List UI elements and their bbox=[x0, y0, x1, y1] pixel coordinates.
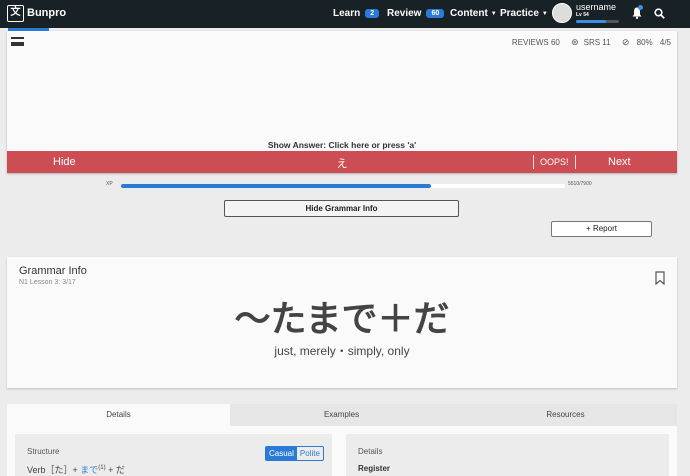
avatar[interactable] bbox=[552, 3, 572, 23]
answer-text: え bbox=[336, 158, 348, 170]
level-progress-bar bbox=[576, 20, 619, 23]
srs-icon: ⊛ bbox=[571, 37, 579, 47]
username[interactable]: username bbox=[576, 2, 616, 12]
nav-content-label: Content bbox=[450, 8, 488, 19]
learn-count-badge: 2 bbox=[365, 9, 380, 18]
oops-button[interactable]: OOPS! bbox=[540, 157, 569, 167]
formula-tail: + だ bbox=[105, 465, 125, 475]
nav-practice-label: Practice bbox=[500, 8, 539, 19]
show-answer-prompt[interactable]: Show Answer: Click here or press 'a' bbox=[7, 140, 677, 150]
review-count-badge: 60 bbox=[426, 9, 445, 18]
brand-name[interactable]: Bunpro bbox=[27, 7, 66, 19]
grammar-tabs: Details Examples Resources bbox=[7, 404, 677, 426]
user-level: Lv 54 bbox=[576, 12, 589, 18]
xp-progress-fill bbox=[121, 184, 431, 188]
grammar-info-heading: Grammar Info bbox=[19, 265, 87, 277]
report-button[interactable]: + Report bbox=[551, 221, 652, 237]
review-card: REVIEWS 60 ⊛ SRS 11 ⊘ 80% 4/5 Show Answer… bbox=[7, 31, 677, 173]
review-stats: REVIEWS 60 ⊛ SRS 11 ⊘ 80% 4/5 bbox=[507, 37, 671, 48]
reviews-remaining: REVIEWS 60 bbox=[511, 38, 560, 47]
bookmark-icon[interactable] bbox=[655, 271, 665, 285]
formula-verb: Verb［た］+ bbox=[27, 465, 81, 475]
tab-examples[interactable]: Examples bbox=[230, 404, 453, 426]
details-label: Details bbox=[358, 447, 383, 456]
top-navbar: 文 Bunpro Learn 2 Review 60 Content ▼ Practi… bbox=[0, 0, 690, 28]
xp-count: 5510/7900 bbox=[568, 181, 592, 187]
answer-bar: Hide え OOPS! Next bbox=[7, 151, 677, 173]
tab-resources[interactable]: Resources bbox=[454, 404, 677, 426]
chevron-down-icon: ▼ bbox=[490, 11, 497, 17]
nav-learn-label: Learn bbox=[333, 8, 361, 19]
details-panel: Details Register bbox=[346, 434, 669, 476]
divider bbox=[575, 155, 576, 169]
next-button[interactable]: Next bbox=[608, 156, 631, 168]
xp-progress-bar bbox=[121, 184, 565, 188]
nav-learn[interactable]: Learn 2 bbox=[333, 8, 380, 19]
nav-content[interactable]: Content ▼ bbox=[450, 8, 497, 19]
made-link[interactable]: まで bbox=[80, 465, 98, 475]
menu-icon[interactable] bbox=[11, 37, 24, 46]
grammar-info-card: Grammar Info N1 Lesson 3: 3/17 〜たまで＋だ ju… bbox=[7, 257, 677, 388]
accuracy-icon: ⊘ bbox=[621, 37, 630, 47]
chevron-down-icon: ▼ bbox=[541, 11, 548, 17]
structure-formula: Verb［た］+ まで(1) + だ bbox=[27, 463, 125, 476]
hide-grammar-info-button[interactable]: Hide Grammar Info bbox=[224, 200, 459, 217]
register-toggle: Casual Polite bbox=[265, 446, 324, 461]
bunpro-logo-icon[interactable]: 文 bbox=[7, 5, 24, 22]
search-icon[interactable] bbox=[654, 8, 665, 19]
nav-review[interactable]: Review 60 bbox=[387, 8, 445, 19]
nav-review-label: Review bbox=[387, 8, 422, 19]
tab-details[interactable]: Details bbox=[7, 404, 230, 426]
level-progress-fill bbox=[576, 20, 607, 23]
register-label: Register bbox=[358, 464, 391, 473]
grammar-meaning: just, merely・simply, only bbox=[274, 344, 410, 358]
progress-value: 4/5 bbox=[659, 38, 671, 47]
accuracy-value: 80% bbox=[636, 38, 653, 47]
notification-dot bbox=[638, 5, 643, 10]
divider bbox=[533, 155, 534, 169]
structure-label: Structure bbox=[27, 447, 60, 456]
srs-level: SRS 11 bbox=[583, 38, 611, 47]
structure-panel: Structure Casual Polite Verb［た］+ まで(1) + … bbox=[15, 434, 332, 476]
nav-practice[interactable]: Practice ▼ bbox=[500, 8, 548, 19]
lesson-label: N1 Lesson 3: 3/17 bbox=[19, 279, 76, 286]
xp-label: XP bbox=[106, 181, 113, 187]
polite-toggle[interactable]: Polite bbox=[297, 447, 323, 460]
details-section: Structure Casual Polite Verb［た］+ まで(1) + … bbox=[7, 426, 677, 476]
grammar-point: 〜たまで＋だ bbox=[234, 299, 450, 340]
casual-toggle[interactable]: Casual bbox=[266, 447, 297, 460]
footnote-marker: (1) bbox=[98, 465, 106, 471]
